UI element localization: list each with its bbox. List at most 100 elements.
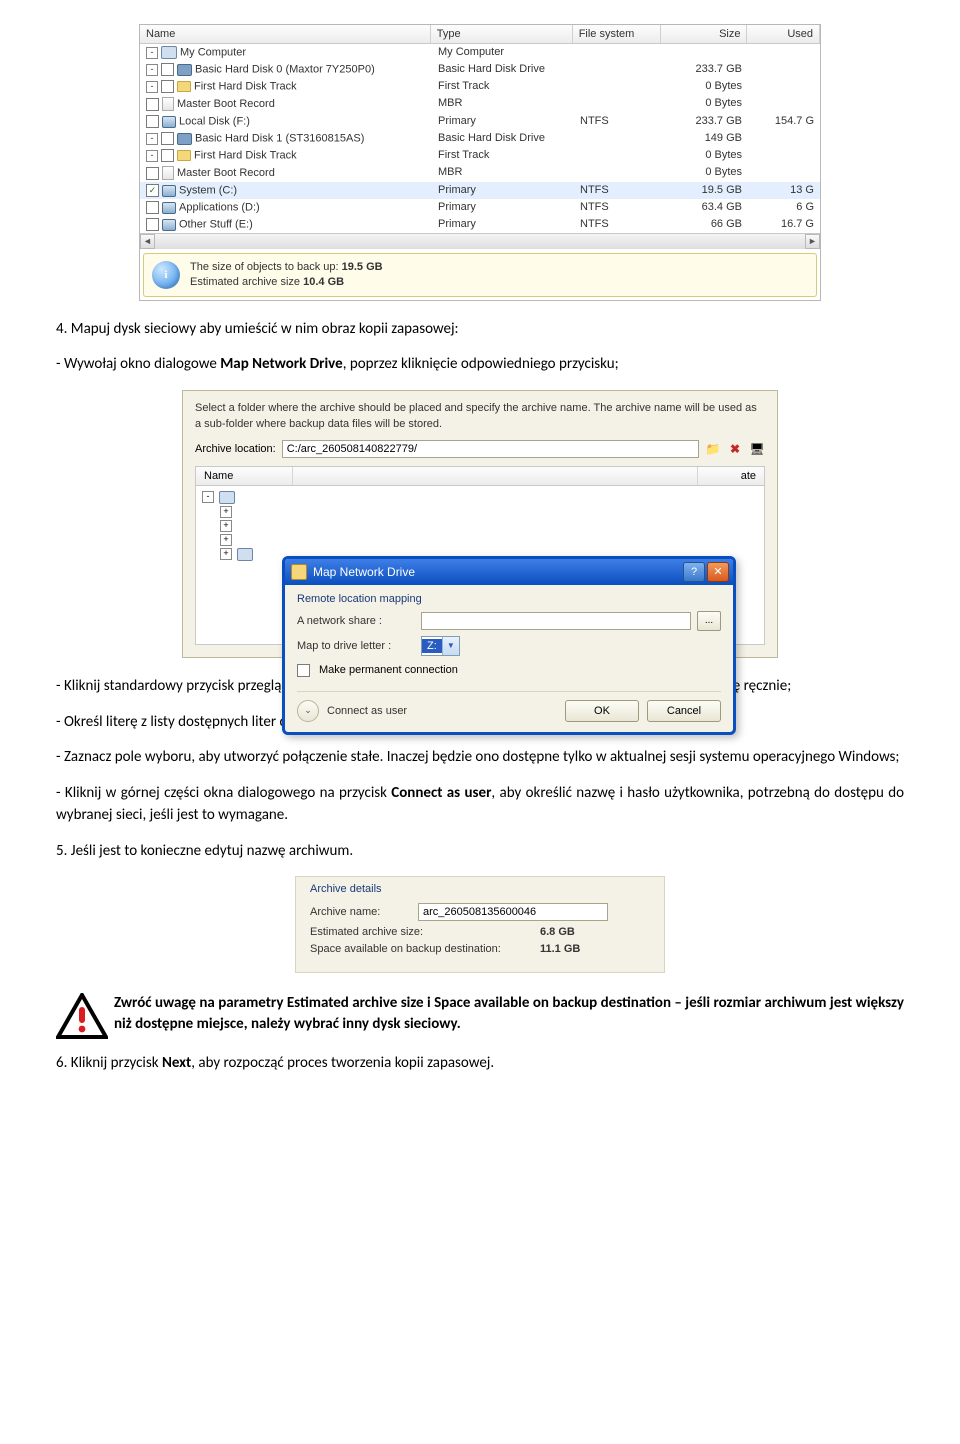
disk-selection-window: Name Type File system Size Used - My Comp… xyxy=(139,24,821,301)
row-size: 0 Bytes xyxy=(662,148,748,163)
row-fs xyxy=(574,165,662,181)
tree-toggle-icon[interactable]: - xyxy=(146,47,158,59)
table-row[interactable]: Other Stuff (E:)PrimaryNTFS66 GB16.7 G xyxy=(140,216,820,233)
table-row[interactable]: -Basic Hard Disk 0 (Maxtor 7Y250P0)Basic… xyxy=(140,61,820,78)
row-used: 6 G xyxy=(748,200,820,215)
vol-icon xyxy=(162,185,176,197)
table-header: Name Type File system Size Used xyxy=(140,25,820,44)
row-type: My Computer xyxy=(432,45,574,60)
row-size: 63.4 GB xyxy=(662,200,748,215)
network-share-input[interactable] xyxy=(421,612,691,630)
new-folder-icon[interactable]: 📁 xyxy=(705,441,721,457)
tree-toggle-icon[interactable]: - xyxy=(146,133,158,145)
row-type: Basic Hard Disk Drive xyxy=(432,62,574,77)
row-size: 66 GB xyxy=(662,217,748,232)
tree-toggle-icon[interactable]: - xyxy=(146,64,158,76)
table-row[interactable]: -Basic Hard Disk 1 (ST3160815AS)Basic Ha… xyxy=(140,130,820,147)
archive-location-label: Archive location: xyxy=(195,443,276,455)
archive-details-title: Archive details xyxy=(310,883,650,895)
row-size: 149 GB xyxy=(662,131,748,146)
table-row[interactable]: Applications (D:)PrimaryNTFS63.4 GB6 G xyxy=(140,199,820,216)
row-fs xyxy=(574,62,662,77)
map-network-drive-dialog: Map Network Drive ? ✕ Remote location ma… xyxy=(282,556,736,735)
delete-icon[interactable]: ✖ xyxy=(727,441,743,457)
row-checkbox[interactable] xyxy=(161,63,174,76)
step-4-heading: 4. Mapuj dysk sieciowy aby umieścić w ni… xyxy=(56,319,904,341)
row-name: My Computer xyxy=(180,46,246,58)
row-type: Primary xyxy=(432,183,574,198)
mycomp-icon xyxy=(161,46,177,59)
connect-as-user-label[interactable]: Connect as user xyxy=(327,705,557,717)
tree-toggle-icon[interactable]: - xyxy=(146,150,158,162)
info-line1-value: 19.5 GB xyxy=(342,261,383,273)
permanent-connection-checkbox[interactable] xyxy=(297,664,310,677)
row-checkbox[interactable] xyxy=(146,218,159,231)
row-type: Primary xyxy=(432,114,574,129)
dialog-titlebar[interactable]: Map Network Drive ? ✕ xyxy=(285,559,733,585)
backup-size-info: i The size of objects to back up: 19.5 G… xyxy=(143,253,817,297)
drive-letter-combo[interactable]: Z: ▼ xyxy=(421,636,460,656)
row-checkbox[interactable] xyxy=(161,149,174,162)
row-checkbox[interactable] xyxy=(146,115,159,128)
vol-icon xyxy=(162,116,176,128)
row-used: 16.7 G xyxy=(748,217,820,232)
mbr-icon xyxy=(162,97,174,111)
row-checkbox[interactable] xyxy=(146,98,159,111)
table-row[interactable]: Master Boot RecordMBR0 Bytes xyxy=(140,95,820,113)
close-button[interactable]: ✕ xyxy=(707,562,729,582)
col-date-label[interactable]: ate xyxy=(698,467,764,485)
scroll-left-icon[interactable]: ◄ xyxy=(140,234,155,249)
row-fs: NTFS xyxy=(574,183,662,198)
dialog-icon xyxy=(291,564,307,580)
row-size: 0 Bytes xyxy=(662,96,748,112)
row-checkbox[interactable] xyxy=(146,184,159,197)
table-row[interactable]: -First Hard Disk TrackFirst Track0 Bytes xyxy=(140,78,820,95)
table-row[interactable]: Master Boot RecordMBR0 Bytes xyxy=(140,164,820,182)
row-fs xyxy=(574,96,662,112)
cancel-button[interactable]: Cancel xyxy=(647,700,721,722)
col-used[interactable]: Used xyxy=(747,25,820,43)
row-used xyxy=(748,96,820,112)
col-size[interactable]: Size xyxy=(661,25,747,43)
table-row[interactable]: System (C:)PrimaryNTFS19.5 GB13 G xyxy=(140,182,820,199)
row-fs: NTFS xyxy=(574,217,662,232)
archive-location-input[interactable] xyxy=(282,440,699,458)
info-line1-label: The size of objects to back up: xyxy=(190,261,342,273)
step-5-heading: 5. Jeśli jest to konieczne edytuj nazwę … xyxy=(56,841,904,863)
table-row[interactable]: - My Computer My Computer xyxy=(140,44,820,61)
computer-icon xyxy=(237,548,253,561)
row-checkbox[interactable] xyxy=(161,80,174,93)
col-fs[interactable]: File system xyxy=(573,25,661,43)
folder-tree[interactable]: - + + + + Map Network Drive ? ✕ Remote l… xyxy=(195,486,765,645)
expand-handle-icon[interactable]: ⌄ xyxy=(297,700,319,722)
col-type[interactable]: Type xyxy=(431,25,573,43)
computer-icon xyxy=(219,491,235,504)
browse-button[interactable]: ... xyxy=(697,611,721,631)
info-icon: i xyxy=(152,261,180,289)
table-row[interactable]: Local Disk (F:)PrimaryNTFS233.7 GB154.7 … xyxy=(140,113,820,130)
step-4-bullet-4: - Zaznacz pole wyboru, aby utworzyć połą… xyxy=(56,747,904,769)
archive-name-input[interactable] xyxy=(418,903,608,921)
row-checkbox[interactable] xyxy=(161,132,174,145)
map-drive-icon[interactable]: 🖥 xyxy=(749,441,765,457)
row-fs xyxy=(574,148,662,163)
row-name: Master Boot Record xyxy=(177,98,275,110)
row-fs xyxy=(574,131,662,146)
col-name[interactable]: Name xyxy=(140,25,431,43)
info-line2-value: 10.4 GB xyxy=(303,276,344,288)
row-checkbox[interactable] xyxy=(146,201,159,214)
horizontal-scrollbar[interactable]: ◄ ► xyxy=(140,233,820,249)
row-used xyxy=(748,148,820,163)
help-button[interactable]: ? xyxy=(683,562,705,582)
row-type: Basic Hard Disk Drive xyxy=(432,131,574,146)
tree-toggle-icon[interactable]: - xyxy=(146,81,158,93)
row-checkbox[interactable] xyxy=(146,167,159,180)
row-fs: NTFS xyxy=(574,200,662,215)
ok-button[interactable]: OK xyxy=(565,700,639,722)
chevron-down-icon[interactable]: ▼ xyxy=(442,637,459,655)
table-row[interactable]: -First Hard Disk TrackFirst Track0 Bytes xyxy=(140,147,820,164)
col-name-label[interactable]: Name xyxy=(196,467,293,485)
warning-icon xyxy=(56,993,108,1039)
archive-location-description: Select a folder where the archive should… xyxy=(195,401,765,432)
scroll-right-icon[interactable]: ► xyxy=(805,234,820,249)
